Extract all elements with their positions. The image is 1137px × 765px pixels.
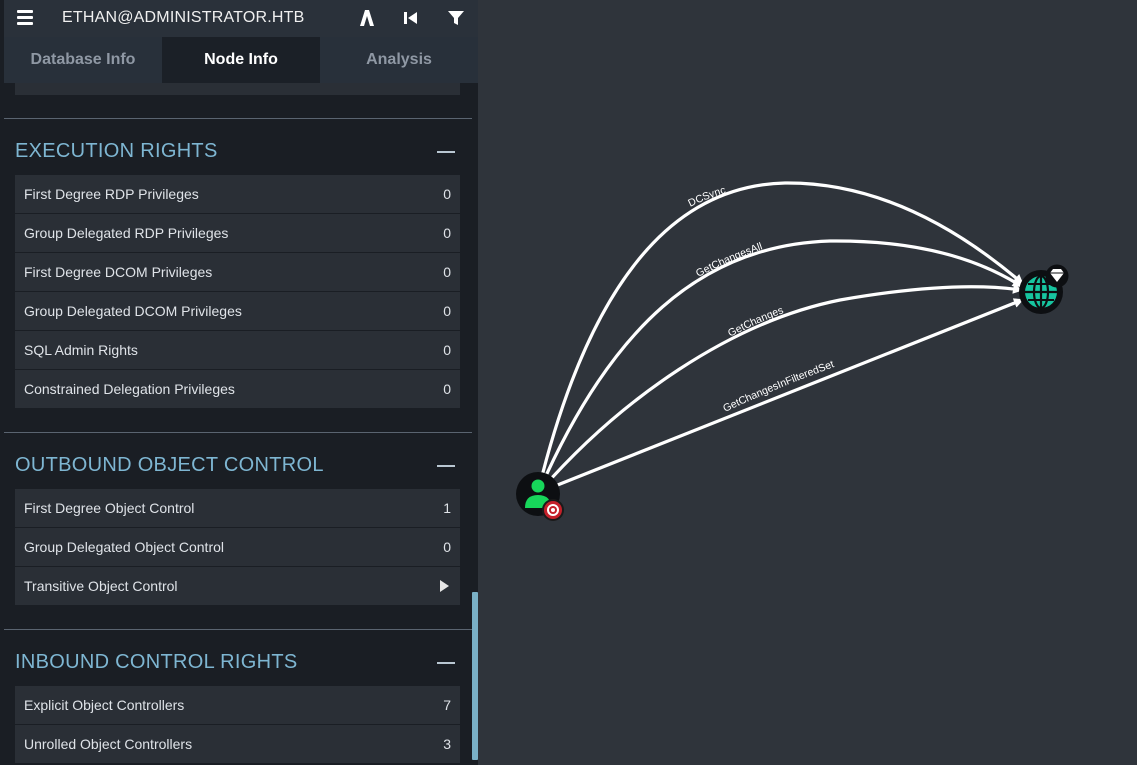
domain-node[interactable] bbox=[1019, 264, 1069, 315]
row-group-delegated-dcom[interactable]: Group Delegated DCOM Privileges 0 bbox=[15, 292, 460, 331]
section-title: INBOUND CONTROL RIGHTS bbox=[15, 651, 298, 673]
row-label: Group Delegated RDP Privileges bbox=[24, 225, 229, 241]
row-explicit-object-controllers[interactable]: Explicit Object Controllers 7 bbox=[15, 686, 460, 725]
edge-label-getchangesinfilteredset: GetChangesInFilteredSet bbox=[721, 358, 835, 414]
row-label: SQL Admin Rights bbox=[24, 342, 138, 358]
row-label: First Degree Object Control bbox=[24, 500, 195, 516]
row-value: 0 bbox=[443, 342, 451, 358]
collapse-icon[interactable] bbox=[437, 151, 455, 153]
row-label: Constrained Delegation Privileges bbox=[24, 381, 235, 397]
row-constrained-delegation[interactable]: Constrained Delegation Privileges 0 bbox=[15, 370, 460, 409]
diamond-icon bbox=[1045, 264, 1069, 288]
row-first-degree-dcom[interactable]: First Degree DCOM Privileges 0 bbox=[15, 253, 460, 292]
section-divider bbox=[4, 629, 472, 630]
graph-canvas[interactable]: DCSync GetChangesAll GetChanges GetChang… bbox=[478, 0, 1137, 765]
node-info-content[interactable]: EXECUTION RIGHTS First Degree RDP Privil… bbox=[4, 83, 472, 765]
pathfinding-icon[interactable] bbox=[356, 7, 378, 29]
row-unrolled-object-controllers[interactable]: Unrolled Object Controllers 3 bbox=[15, 725, 460, 764]
row-value: 0 bbox=[443, 225, 451, 241]
selected-node-title[interactable]: ETHAN@ADMINISTRATOR.HTB bbox=[62, 9, 304, 27]
search-bar: ETHAN@ADMINISTRATOR.HTB bbox=[4, 0, 478, 37]
row-value: 0 bbox=[443, 264, 451, 280]
back-icon[interactable] bbox=[400, 7, 422, 29]
row-first-degree-rdp[interactable]: First Degree RDP Privileges 0 bbox=[15, 175, 460, 214]
filter-icon[interactable] bbox=[445, 7, 467, 29]
row-label: Group Delegated Object Control bbox=[24, 539, 224, 555]
section-title: EXECUTION RIGHTS bbox=[15, 140, 218, 162]
collapse-icon[interactable] bbox=[437, 465, 455, 467]
edge-dcsync[interactable] bbox=[537, 181, 1024, 489]
row-group-delegated-object-control[interactable]: Group Delegated Object Control 0 bbox=[15, 528, 460, 567]
row-label: Explicit Object Controllers bbox=[24, 697, 185, 713]
row-value: 0 bbox=[443, 186, 451, 202]
edge-label: DCSync bbox=[686, 184, 727, 209]
row-value: 0 bbox=[443, 303, 451, 319]
edge-label-dcsync: DCSync bbox=[686, 184, 727, 209]
row-label: Group Delegated DCOM Privileges bbox=[24, 303, 242, 319]
tab-node-info[interactable]: Node Info bbox=[162, 37, 320, 83]
edge-getchangesall[interactable] bbox=[538, 239, 1023, 490]
panel-tabs: Database Info Node Info Analysis bbox=[4, 37, 478, 83]
row-sql-admin-rights[interactable]: SQL Admin Rights 0 bbox=[15, 331, 460, 370]
collapse-icon[interactable] bbox=[437, 662, 455, 664]
row-label: First Degree DCOM Privileges bbox=[24, 264, 213, 280]
target-icon bbox=[542, 499, 564, 521]
edge-label-getchangesall: GetChangesAll bbox=[694, 241, 764, 280]
row-first-degree-object-control[interactable]: First Degree Object Control 1 bbox=[15, 489, 460, 528]
section-divider bbox=[4, 118, 472, 119]
edge-getchangesinfilteredset[interactable] bbox=[544, 298, 1024, 492]
edge-labels: DCSync GetChangesAll GetChanges GetChang… bbox=[686, 184, 835, 414]
row-group-delegated-rdp[interactable]: Group Delegated RDP Privileges 0 bbox=[15, 214, 460, 253]
user-node[interactable] bbox=[516, 472, 564, 521]
tab-analysis[interactable]: Analysis bbox=[320, 37, 478, 83]
edge-label: GetChangesInFilteredSet bbox=[721, 358, 835, 414]
edge-label-getchanges: GetChanges bbox=[726, 304, 785, 339]
row-label: Transitive Object Control bbox=[24, 578, 178, 594]
graph-edges bbox=[537, 181, 1024, 492]
edge-label: GetChangesAll bbox=[694, 241, 764, 280]
tab-database-info[interactable]: Database Info bbox=[4, 37, 162, 83]
row-value: 7 bbox=[443, 697, 451, 713]
row-value: 1 bbox=[443, 500, 451, 516]
menu-icon[interactable] bbox=[17, 8, 33, 28]
row-value: 3 bbox=[443, 736, 451, 752]
row-label: Unrolled Object Controllers bbox=[24, 736, 193, 752]
play-icon[interactable] bbox=[440, 580, 449, 592]
section-divider bbox=[4, 432, 472, 433]
edge-label: GetChanges bbox=[726, 304, 785, 339]
row-label: First Degree RDP Privileges bbox=[24, 186, 199, 202]
node-info-panel: ETHAN@ADMINISTRATOR.HTB Database Info No… bbox=[0, 0, 478, 765]
previous-section-row bbox=[15, 83, 460, 95]
row-value: 0 bbox=[443, 381, 451, 397]
row-transitive-object-control[interactable]: Transitive Object Control bbox=[15, 567, 460, 606]
section-title: OUTBOUND OBJECT CONTROL bbox=[15, 454, 324, 476]
row-value: 0 bbox=[443, 539, 451, 555]
